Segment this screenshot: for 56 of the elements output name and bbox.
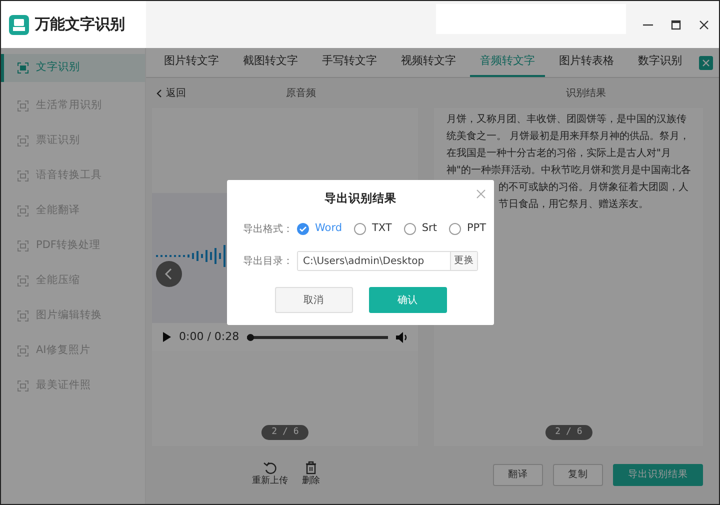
- audio-time: 0:00 / 0:28: [179, 328, 240, 345]
- delete-button[interactable]: 删除: [302, 461, 320, 489]
- result-text-line: 节日食品，用它祭月、赠送亲友。: [498, 198, 650, 212]
- panel-title: 识别结果: [566, 86, 606, 100]
- scan-icon: [17, 380, 29, 392]
- panel-title: 原音频: [286, 86, 316, 100]
- tab[interactable]: 手写转文字: [312, 48, 387, 77]
- dialog-title: 导出识别结果: [324, 190, 398, 207]
- app-logo-icon: [9, 14, 29, 34]
- tab[interactable]: 图片转表格: [549, 48, 624, 77]
- close-icon[interactable]: [699, 20, 709, 30]
- page-indicator: 2 / 6: [545, 424, 592, 440]
- progress-thumb[interactable]: [247, 334, 254, 340]
- scan-icon: [17, 100, 29, 112]
- scan-icon: [17, 205, 29, 217]
- audio-progress[interactable]: [247, 336, 388, 338]
- waveform-drawing: [156, 245, 226, 267]
- result-text-line: 月饼，又称月团、丰收饼、团圆饼等，是中国的汉族传: [446, 112, 688, 127]
- change-button[interactable]: 更换: [450, 252, 477, 270]
- field-label: 导出目录：: [243, 254, 293, 268]
- action-button[interactable]: 复制: [553, 464, 603, 486]
- format-radio[interactable]: Srt: [404, 221, 437, 237]
- play-icon[interactable]: [162, 332, 171, 342]
- format-radio[interactable]: PPT: [448, 221, 486, 237]
- rotate-icon: [263, 461, 277, 476]
- directory-field[interactable]: C:\Users\admin\Desktop 更换: [297, 251, 478, 271]
- scan-icon: [17, 62, 29, 74]
- maximize-icon[interactable]: [671, 20, 681, 30]
- scan-icon: [17, 345, 29, 357]
- result-text-line: 的不可或缺的习俗。月饼象征着大团圆，人: [498, 180, 690, 195]
- action-button[interactable]: 翻译: [493, 464, 543, 486]
- format-radio[interactable]: TXT: [354, 221, 392, 237]
- scan-icon: [17, 170, 29, 182]
- confirm-button[interactable]: 确认: [368, 287, 446, 313]
- volume-icon[interactable]: [396, 332, 408, 342]
- back-link[interactable]: 返回: [156, 86, 186, 100]
- result-text-line: 在我国是一种十分古老的习俗，实际上是古人对"月: [446, 146, 672, 161]
- tab[interactable]: 数字识别: [628, 48, 692, 77]
- tab[interactable]: 截图转文字: [233, 48, 308, 77]
- result-text-line: 神"的一种崇拜活动。中秋节吃月饼和赏月是中国南北各: [446, 164, 691, 178]
- format-radio[interactable]: Word: [297, 221, 342, 237]
- field-label: 导出格式：: [243, 222, 293, 237]
- tab[interactable]: 视频转文字: [391, 48, 466, 77]
- scan-icon: [17, 240, 29, 252]
- cancel-button[interactable]: 取消: [274, 287, 352, 313]
- tab[interactable]: 图片转文字: [154, 48, 229, 77]
- scan-icon: [17, 310, 29, 322]
- scan-icon: [17, 275, 29, 287]
- page-indicator: 2 / 6: [262, 424, 309, 440]
- scan-icon: [17, 135, 29, 147]
- app-title: 万能文字识别: [35, 14, 125, 36]
- trash-icon: [304, 461, 318, 476]
- chevron-left-icon: [156, 88, 162, 98]
- previous-button[interactable]: [156, 261, 182, 287]
- reupload-button[interactable]: 重新上传: [252, 461, 288, 489]
- result-text-line: 统美食之一。 月饼最初是用来拜祭月神的供品。祭月，: [446, 130, 691, 144]
